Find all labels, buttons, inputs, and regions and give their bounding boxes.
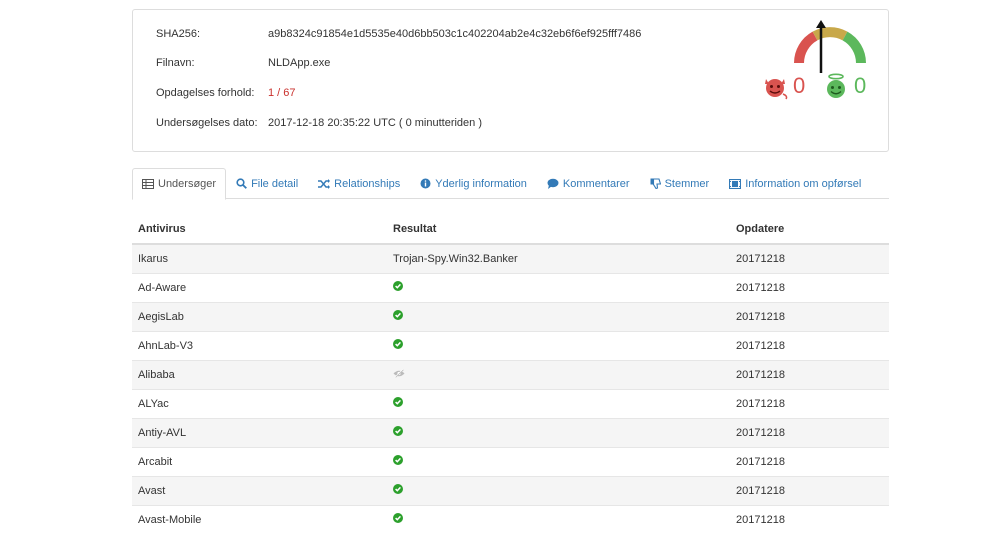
devil-face-icon: [765, 79, 788, 100]
update-date: 20171218: [730, 330, 889, 360]
table-row: Avast-Mobile 20171218: [132, 504, 889, 534]
detection-result: Trojan-Spy.Win32.Banker: [387, 243, 730, 273]
angel-face-icon: [827, 73, 845, 98]
update-date: 20171218: [730, 243, 889, 273]
tab-additional-info-label: Yderlig information: [435, 177, 527, 190]
malicious-votes[interactable]: 0: [761, 72, 805, 100]
check-circle-icon: [393, 513, 403, 524]
tab-relationships[interactable]: Relationships: [308, 168, 410, 199]
check-circle-icon: [393, 484, 403, 494]
antivirus-name: Arcabit: [132, 446, 387, 476]
check-circle-icon: [393, 310, 403, 320]
tab-behaviour-info[interactable]: Information om opførsel: [719, 168, 871, 199]
update-date: 20171218: [730, 359, 889, 389]
tab-votes-label: Stemmer: [664, 177, 710, 190]
info-icon: [420, 178, 431, 189]
update-date: 20171218: [730, 475, 889, 505]
clean-result: [387, 446, 730, 476]
harmless-votes[interactable]: 0: [822, 72, 866, 100]
sha256-label: SHA256:: [156, 28, 201, 40]
antivirus-name: Ad-Aware: [132, 272, 387, 302]
antivirus-name: Antiy-AVL: [132, 417, 387, 447]
tab-comments[interactable]: Kommentarer: [537, 168, 640, 199]
table-row: Ad-Aware 20171218: [132, 272, 889, 302]
update-date: 20171218: [730, 301, 889, 331]
table-icon: [142, 179, 154, 189]
clean-result: [387, 330, 730, 360]
table-row: Arcabit 20171218: [132, 446, 889, 476]
malicious-vote-count: 0: [793, 73, 806, 98]
unsupported-result: [387, 359, 730, 389]
table-row: Antiy-AVL 20171218: [132, 417, 889, 447]
column-header-updated[interactable]: Opdatere: [730, 215, 889, 245]
filename-value: NLDApp.exe: [268, 57, 331, 69]
tab-file-detail-label: File detail: [251, 177, 299, 190]
column-header-antivirus[interactable]: Antivirus: [132, 215, 387, 245]
update-date: 20171218: [730, 417, 889, 447]
table-row: Ikarus Trojan-Spy.Win32.Banker 20171218: [132, 243, 889, 273]
clean-result: [387, 301, 730, 331]
film-icon: [729, 178, 742, 189]
antivirus-name: Alibaba: [132, 359, 387, 389]
detection-ratio-label: Opdagelses forhold:: [156, 87, 255, 99]
update-date: 20171218: [730, 504, 889, 534]
comment-icon: [547, 178, 559, 189]
tab-additional-info[interactable]: Yderlig information: [410, 168, 537, 199]
antivirus-name: ALYac: [132, 388, 387, 418]
clean-result: [387, 417, 730, 447]
clean-result: [387, 388, 730, 418]
search-icon: [236, 178, 248, 189]
sha256-value: a9b8324c91854e1d5535e40d6bb503c1c402204a…: [268, 28, 642, 40]
column-header-result[interactable]: Resultat: [387, 215, 730, 245]
table-row: ALYac 20171218: [132, 388, 889, 418]
tab-comments-label: Kommentarer: [562, 177, 630, 190]
clean-result: [387, 272, 730, 302]
check-circle-icon: [393, 397, 403, 407]
check-circle-icon: [393, 281, 403, 291]
check-circle-icon: [393, 455, 403, 465]
table-row: Avast 20171218: [132, 475, 889, 505]
tab-analysis[interactable]: Undersøger: [132, 168, 227, 200]
tab-behaviour-info-label: Information om opførsel: [745, 177, 862, 190]
table-row: AegisLab 20171218: [132, 301, 889, 331]
antivirus-name: AegisLab: [132, 301, 387, 331]
file-summary-panel: SHA256: a9b8324c91854e1d5535e40d6bb503c1…: [132, 9, 889, 152]
tab-analysis-label: Undersøger: [158, 178, 217, 190]
antivirus-results-body: Ikarus Trojan-Spy.Win32.Banker 20171218 Ad-…: [132, 243, 889, 534]
update-date: 20171218: [730, 446, 889, 476]
table-header-row: Antivirus Resultat Opdatere: [132, 215, 889, 245]
shuffle-icon: [318, 178, 331, 189]
detection-ratio-value: 1 / 67: [268, 87, 296, 99]
report-tabs: Undersøger File detail Relationships Yde…: [132, 168, 889, 200]
clean-result: [387, 475, 730, 505]
analysis-date-value: 2017-12-18 20:35:22 UTC ( 0 minutteriden…: [268, 117, 483, 129]
antivirus-results-table: Antivirus Resultat Opdatere Ikarus Trojan…: [132, 215, 889, 534]
update-date: 20171218: [730, 272, 889, 302]
analysis-date-label: Undersøgelses dato:: [156, 117, 258, 129]
eye-slash-icon: [393, 368, 405, 378]
tab-file-detail[interactable]: File detail: [226, 168, 308, 199]
antivirus-name: Avast: [132, 475, 387, 505]
table-row: AhnLab-V3 20171218: [132, 330, 889, 360]
update-date: 20171218: [730, 388, 889, 418]
clean-result: [387, 504, 730, 534]
antivirus-name: Avast-Mobile: [132, 504, 387, 534]
table-row: Alibaba 20171218: [132, 359, 889, 389]
harmless-vote-count: 0: [854, 73, 867, 98]
thumbs-down-icon: [650, 178, 661, 189]
antivirus-name: Ikarus: [132, 243, 387, 273]
filename-label: Filnavn:: [156, 57, 195, 69]
check-circle-icon: [393, 426, 403, 436]
tab-relationships-label: Relationships: [334, 177, 401, 190]
check-circle-icon: [393, 339, 403, 349]
tab-votes[interactable]: Stemmer: [640, 168, 720, 199]
antivirus-name: AhnLab-V3: [132, 330, 387, 360]
